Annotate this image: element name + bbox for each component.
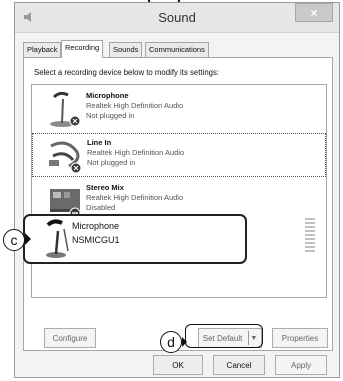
device-status: Disabled: [86, 203, 116, 212]
highlighted-device-sub: NSMICGU1: [72, 235, 120, 245]
close-icon: ×: [310, 5, 318, 20]
device-item-line-in[interactable]: Line In Realtek High Definition Audio No…: [32, 133, 326, 177]
line-in-cable-icon: [49, 141, 82, 174]
device-driver: Realtek High Definition Audio: [86, 101, 184, 110]
callout-d: d: [160, 331, 182, 353]
sound-dialog: Sound × Playback Recording Sounds Commun…: [14, 2, 340, 378]
callout-c: c: [3, 229, 25, 251]
properties-button[interactable]: Properties: [272, 328, 328, 348]
recording-panel: Select a recording device below to modif…: [23, 57, 333, 351]
device-name: Line In: [87, 138, 112, 147]
highlighted-device-name: Microphone: [72, 221, 120, 231]
configure-button[interactable]: Configure: [44, 328, 96, 348]
device-status: Not plugged in: [87, 158, 136, 167]
tab-recording[interactable]: Recording: [61, 40, 104, 58]
callout-arrow-icon: [25, 233, 31, 245]
ok-button[interactable]: OK: [153, 355, 203, 375]
device-list[interactable]: Microphone Realtek High Definition Audio…: [31, 84, 327, 298]
device-driver: Realtek High Definition Audio: [87, 148, 185, 157]
device-driver: Realtek High Definition Audio: [86, 193, 184, 202]
apply-button[interactable]: Apply: [275, 355, 327, 375]
tab-sounds[interactable]: Sounds: [109, 42, 143, 57]
cancel-button[interactable]: Cancel: [213, 355, 265, 375]
tab-playback[interactable]: Playback: [23, 42, 62, 57]
tab-communications[interactable]: Communications: [145, 42, 209, 57]
instruction-text: Select a recording device below to modif…: [34, 68, 220, 77]
title-bar: Sound ×: [15, 3, 339, 33]
window-title: Sound: [158, 10, 196, 25]
microphone-icon: [50, 91, 81, 127]
close-button[interactable]: ×: [295, 3, 333, 22]
level-meter: [305, 218, 315, 252]
device-name: Microphone: [86, 91, 129, 100]
set-default-highlight: [185, 324, 263, 348]
device-item-microphone[interactable]: Microphone Realtek High Definition Audio…: [32, 87, 326, 131]
device-status: Not plugged in: [86, 111, 135, 120]
device-name: Stereo Mix: [86, 183, 124, 192]
